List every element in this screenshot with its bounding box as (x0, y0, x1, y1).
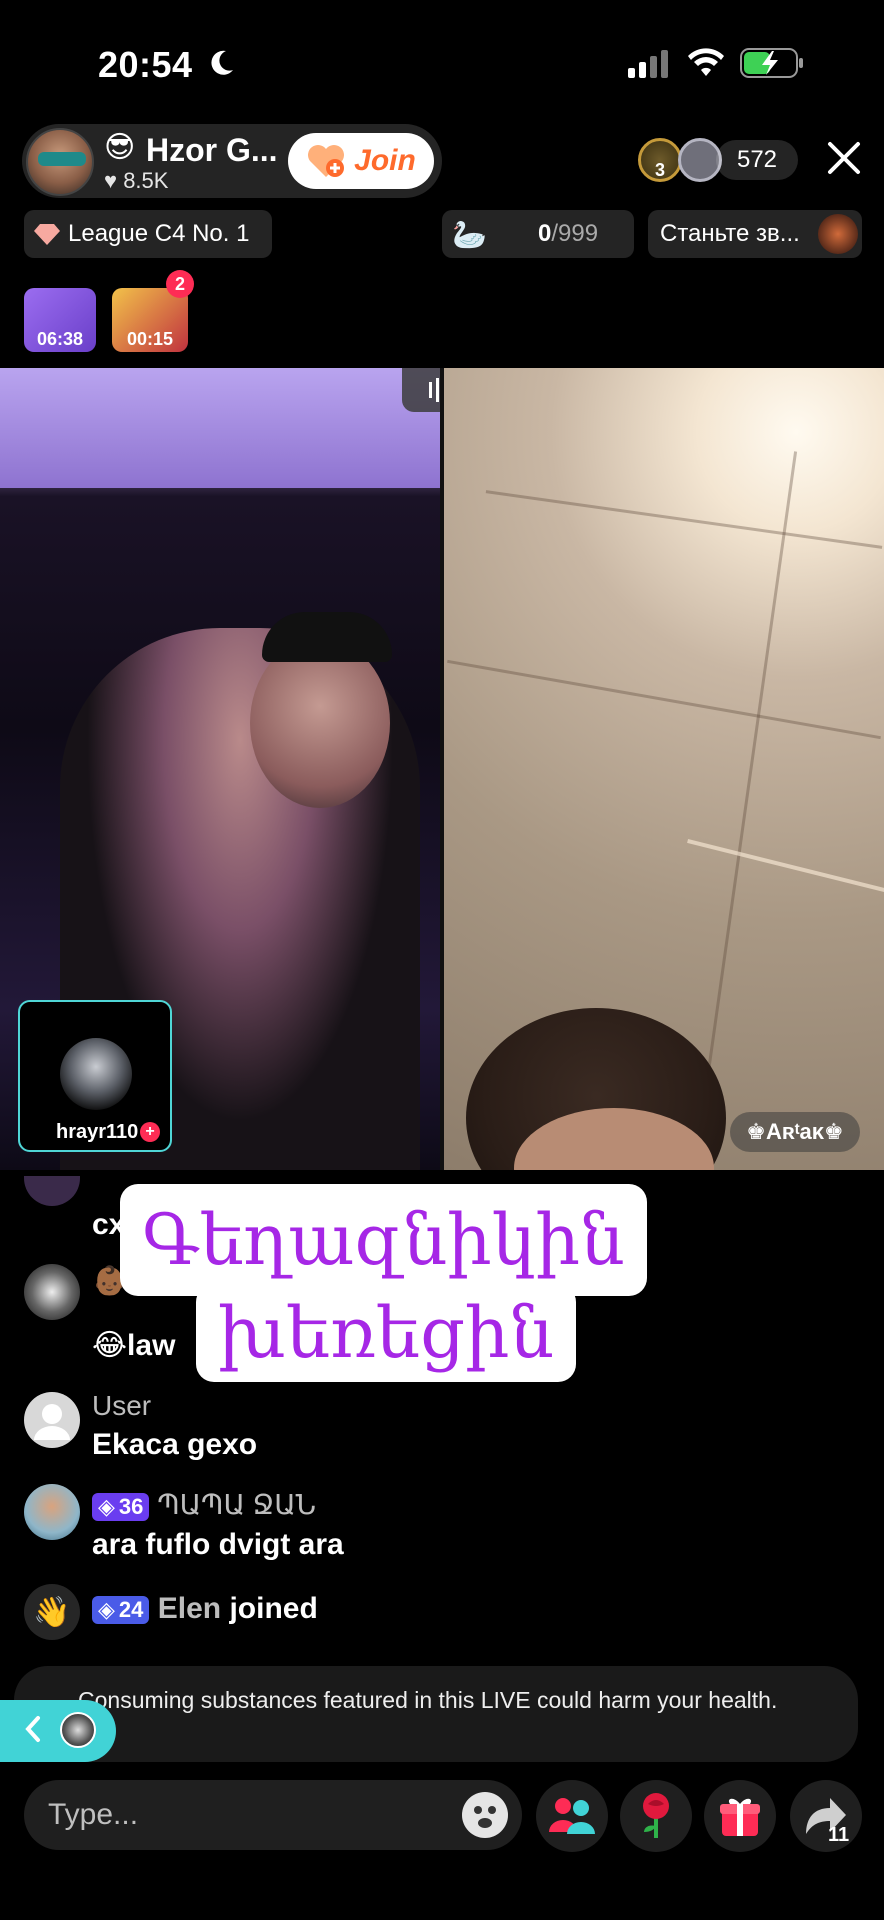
rank-badge[interactable]: 3 (638, 138, 682, 182)
status-time: 20:54 (98, 44, 193, 85)
swan-icon: 🦢 (452, 218, 487, 250)
join-heart-icon (308, 145, 345, 177)
share-count: 11 (828, 1824, 850, 1846)
wave-hand-icon: 👋 (24, 1584, 80, 1640)
heart-icon: ♥ (104, 168, 118, 193)
emoji-icon[interactable] (462, 1792, 508, 1838)
sticker-text-line1[interactable]: Գեղազնիկին (120, 1184, 647, 1296)
chat-user: Elen (157, 1592, 222, 1625)
goal-pill[interactable]: 🦢 0/999 (442, 210, 634, 258)
battery-charging-icon (740, 48, 803, 78)
guest-avatar (60, 1712, 96, 1748)
guest-cam-name: hrayr110 (56, 1121, 139, 1143)
promo-icon (818, 214, 858, 254)
chest-badge: 2 (166, 270, 194, 298)
join-notice: ◈ 24 Elen joined (92, 1592, 318, 1626)
goal-total: /999 (551, 220, 599, 247)
chat-avatar[interactable] (24, 1264, 80, 1320)
host-likes-count: 8.5K (123, 168, 169, 193)
chest-timer-text: 00:15 (126, 329, 174, 349)
level-badge: ◈ 36 (92, 1492, 150, 1521)
moon-icon (211, 50, 233, 75)
join-button[interactable]: Join (288, 133, 434, 189)
chevron-left-icon (25, 1716, 40, 1742)
league-label: League C4 No. 1 (68, 220, 250, 247)
level-badge: ◈ 24 (92, 1596, 150, 1625)
gift-button[interactable] (704, 1780, 776, 1852)
comment-input[interactable] (24, 1780, 522, 1850)
chat-message: Ekaca gexo (92, 1428, 258, 1461)
chat-user: ՊԱՊԱ ՋԱՆ (157, 1489, 317, 1520)
host-avatar[interactable] (26, 128, 94, 196)
rose-icon (643, 1793, 669, 1838)
wifi-icon (688, 48, 724, 76)
rose-button[interactable] (620, 1780, 692, 1852)
chat-avatar[interactable] (24, 1484, 80, 1540)
gem-icon (34, 224, 60, 245)
chat-avatar[interactable] (24, 1176, 80, 1206)
host-name[interactable]: Hzor G... (146, 132, 278, 169)
join-label: Join (354, 144, 416, 177)
share-button[interactable] (790, 1780, 862, 1852)
promo-label: Станьте зв... (660, 220, 800, 247)
rank-number: 3 (654, 160, 665, 180)
health-warning-banner: Consuming substances featured in this LI… (14, 1666, 858, 1762)
host-emoji: 😎 (104, 131, 136, 164)
default-user-icon (34, 1404, 70, 1440)
join-text: joined (229, 1592, 318, 1625)
gift-timer[interactable]: 06:38 (24, 288, 96, 352)
guest-panel-tab[interactable] (0, 1700, 116, 1762)
multi-guest-icon (549, 1798, 595, 1834)
guest-name-tag[interactable]: ♚Aʀᵗaκ♚ (730, 1112, 860, 1152)
chat-user-row: ◈ 36 ՊԱՊԱ ՋԱՆ (92, 1488, 316, 1521)
sticker-text-line2[interactable]: խեռեցին (196, 1284, 576, 1382)
guest-cam-tile[interactable]: hrayr110 + (18, 1000, 172, 1152)
gift-icon (720, 1798, 760, 1836)
gift-timer-text: 06:38 (36, 329, 84, 349)
warning-text: Consuming substances featured in this LI… (78, 1687, 778, 1713)
chat-message: 😂law (92, 1329, 176, 1362)
guest-video[interactable] (444, 368, 884, 1170)
multi-guest-button[interactable] (536, 1780, 608, 1852)
gem-icon: ◈ (98, 1493, 115, 1519)
league-pill[interactable]: League C4 No. 1 (24, 210, 272, 258)
viewer-count[interactable]: 572 (716, 140, 798, 180)
host-likes: ♥ 8.5K (104, 168, 168, 194)
goal-current: 0 (538, 220, 552, 247)
signal-icon (628, 50, 668, 78)
promo-pill[interactable]: Станьте зв... (648, 210, 862, 258)
follow-plus-icon[interactable]: + (140, 1122, 160, 1142)
chat-avatar[interactable] (24, 1392, 80, 1448)
chat-message: ara fuflo dvigt ara (92, 1528, 344, 1561)
close-icon[interactable] (826, 140, 862, 176)
chat-user: User (92, 1390, 152, 1421)
gem-icon: ◈ (98, 1597, 115, 1623)
chest-timer[interactable]: 00:15 2 (112, 270, 194, 352)
